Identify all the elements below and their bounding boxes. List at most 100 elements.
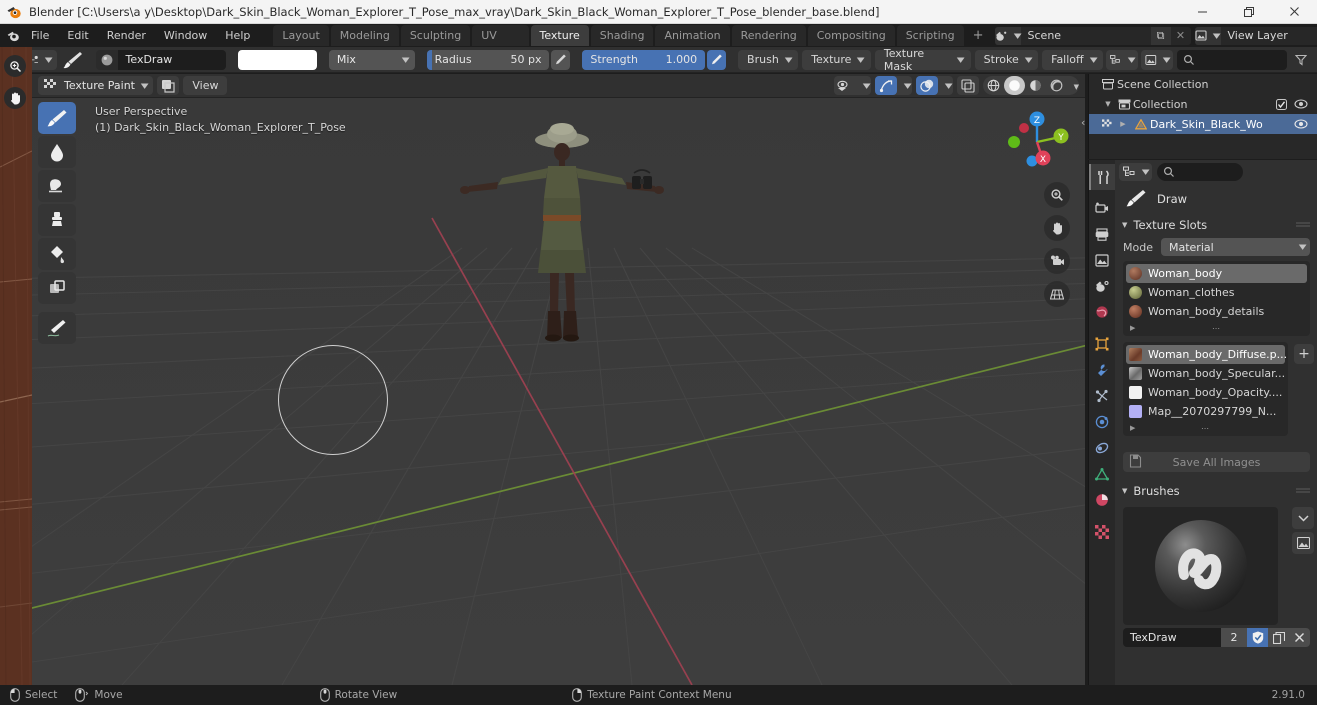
outliner-search-input[interactable] <box>1177 49 1287 70</box>
outliner-filter-type-dropdown[interactable]: ▼ <box>1141 49 1173 70</box>
properties-search-input[interactable] <box>1157 163 1244 181</box>
brushes-panel-header[interactable]: ▼ Brushes <box>1115 480 1317 502</box>
chevron-right-icon[interactable]: ▶ <box>1130 324 1135 332</box>
texture-mask-popover[interactable]: Texture Mask ▼ <box>874 47 971 73</box>
grip-dots-icon[interactable]: ⋯ <box>1201 424 1210 433</box>
3d-viewport[interactable]: User Perspective (1) Dark_Skin_Black_Wom… <box>32 98 1085 685</box>
grip-dots-icon[interactable]: ⋯ <box>1212 324 1221 333</box>
brush-name-field[interactable]: TexDraw <box>117 49 226 70</box>
wireframe-shading-button[interactable] <box>983 76 1004 95</box>
new-scene-button[interactable]: ⧉ <box>1150 26 1171 45</box>
scene-selector[interactable]: ▼ Scene ⧉ ✕ <box>994 26 1191 45</box>
brush-name-field[interactable]: TexDraw <box>1123 628 1221 647</box>
outliner-row-object[interactable]: ▶ Dark_Skin_Black_Wo <box>1089 114 1317 134</box>
solid-shading-button[interactable] <box>1003 76 1025 95</box>
outliner-row-collection[interactable]: ▼ Collection <box>1089 94 1317 114</box>
brush-color-swatch[interactable] <box>237 49 317 70</box>
tab-object[interactable] <box>1089 331 1115 357</box>
outliner-display-mode-dropdown[interactable]: ▼ <box>1106 49 1138 70</box>
tab-rendering[interactable]: Rendering <box>731 25 806 46</box>
soften-tool[interactable] <box>38 136 76 168</box>
tab-texture-paint[interactable]: Texture Paint <box>530 25 589 63</box>
checkbox-icon[interactable] <box>1271 98 1291 110</box>
falloff-popover[interactable]: Falloff ▼ <box>1042 49 1103 70</box>
sidebar-collapse-arrow[interactable]: ‹ <box>1081 116 1085 129</box>
texture-slot-mode-dropdown[interactable]: Material ▼ <box>1160 238 1310 256</box>
view-layer-name[interactable]: View Layer <box>1221 29 1317 42</box>
perspective-icon[interactable] <box>1044 281 1070 307</box>
close-button[interactable] <box>1271 0 1317 24</box>
list-item[interactable]: Woman_body_Opacity.... <box>1126 383 1285 402</box>
tab-view-layer[interactable] <box>1089 247 1115 273</box>
tab-data[interactable] <box>1089 461 1115 487</box>
chevron-right-icon[interactable]: ▶ <box>1130 424 1135 432</box>
save-all-images-button[interactable]: Save All Images <box>1123 452 1310 472</box>
shading-mode-group[interactable]: ▼ <box>982 76 1079 95</box>
eye-icon[interactable] <box>1291 99 1311 109</box>
radius-pressure-toggle[interactable] <box>551 49 571 70</box>
editor-type-dropdown[interactable]: ▼ <box>1119 163 1153 181</box>
chevron-down-icon[interactable] <box>1292 507 1314 529</box>
minimize-button[interactable] <box>1179 0 1225 24</box>
camera-icon[interactable] <box>1044 248 1070 274</box>
view-menu[interactable]: View <box>183 76 228 95</box>
unlink-scene-button[interactable]: ✕ <box>1171 27 1191 45</box>
list-expand-row[interactable]: ▶ ⋯ <box>1126 321 1307 335</box>
tab-compositing[interactable]: Compositing <box>807 25 895 46</box>
tab-sculpting[interactable]: Sculpting <box>400 25 471 46</box>
brush-popover[interactable]: Brush ▼ <box>738 49 799 70</box>
tab-output[interactable] <box>1089 221 1115 247</box>
annotate-tool[interactable] <box>38 312 76 344</box>
tab-scripting[interactable]: Scripting <box>896 25 964 46</box>
visibility-popover[interactable]: ▼ <box>833 76 871 95</box>
duplicate-brush-button[interactable] <box>1268 628 1289 647</box>
tab-render[interactable] <box>1089 195 1115 221</box>
add-texture-slot-button[interactable]: + <box>1294 344 1314 364</box>
list-item[interactable]: Woman_body <box>1126 264 1307 283</box>
smear-tool[interactable] <box>38 170 76 202</box>
list-expand-row[interactable]: ▶ ⋯ <box>1126 421 1285 435</box>
menu-render[interactable]: Render <box>99 27 154 45</box>
menu-edit[interactable]: Edit <box>59 27 96 45</box>
menu-help[interactable]: Help <box>217 27 258 45</box>
brush-datablock[interactable]: TexDraw <box>95 49 226 70</box>
tab-physics[interactable] <box>1089 409 1115 435</box>
paint-mask-toggle[interactable] <box>157 76 180 95</box>
tab-modifiers[interactable] <box>1089 357 1115 383</box>
pan-icon[interactable] <box>4 87 26 109</box>
tab-particles[interactable] <box>1089 383 1115 409</box>
list-item[interactable]: Woman_clothes <box>1126 283 1307 302</box>
rendered-shading-button[interactable] <box>1046 76 1067 95</box>
scene-name[interactable]: Scene <box>1021 29 1151 42</box>
blender-menu-icon[interactable] <box>6 24 22 47</box>
texture-popover[interactable]: Texture ▼ <box>802 49 871 70</box>
view-layer-selector[interactable]: ▼ View Layer ⧉ ✕ <box>1194 26 1317 45</box>
image-icon[interactable] <box>1292 532 1314 554</box>
chevron-right-icon[interactable]: ▶ <box>1114 120 1132 128</box>
navigation-gizmo[interactable]: Z Y X <box>1001 106 1073 178</box>
tab-layout[interactable]: Layout <box>273 25 329 46</box>
brush-users-count[interactable]: 2 <box>1221 628 1247 647</box>
tab-tool[interactable] <box>1089 164 1115 190</box>
overlays-popover[interactable]: ▼ <box>915 76 953 95</box>
stroke-popover[interactable]: Stroke ▼ <box>974 49 1039 70</box>
draw-tool[interactable] <box>38 102 76 134</box>
list-item[interactable]: Woman_body_Diffuse.p... <box>1126 345 1287 364</box>
tab-animation[interactable]: Animation <box>655 25 730 46</box>
mask-tool[interactable] <box>38 272 76 304</box>
clone-tool[interactable] <box>38 204 76 236</box>
zoom-icon[interactable] <box>1044 182 1070 208</box>
tab-uv-editing[interactable]: UV Editing <box>472 25 529 63</box>
tab-scene[interactable] <box>1089 273 1115 299</box>
list-item[interactable]: Woman_body_details <box>1126 302 1307 321</box>
tab-constraints[interactable] <box>1089 435 1115 461</box>
xray-toggle[interactable] <box>956 76 979 95</box>
outliner-row-scene-collection[interactable]: Scene Collection <box>1089 74 1317 94</box>
menu-file[interactable]: File <box>23 27 57 45</box>
interaction-mode-dropdown[interactable]: Texture Paint ▼ <box>38 76 154 95</box>
unlink-brush-button[interactable] <box>1289 628 1310 647</box>
strength-slider[interactable]: Strength 1.000 <box>582 49 706 70</box>
maximize-button[interactable] <box>1225 0 1271 24</box>
zoom-icon[interactable] <box>4 55 26 77</box>
material-preview-shading-button[interactable] <box>1025 76 1046 95</box>
